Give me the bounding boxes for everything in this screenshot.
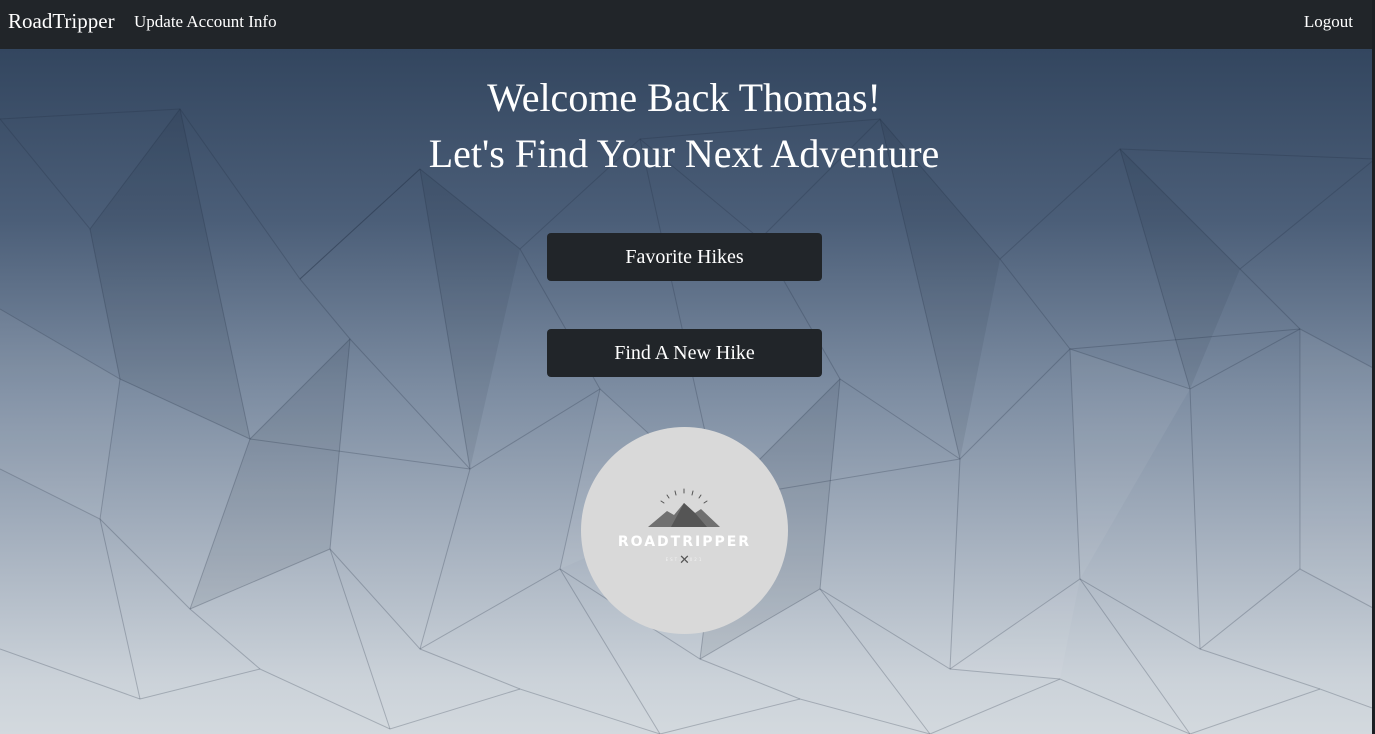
page: RoadTripper Update Account Info Logout W… <box>0 0 1375 734</box>
favorite-hikes-button[interactable]: Favorite Hikes <box>547 233 822 281</box>
update-account-link[interactable]: Update Account Info <box>134 12 277 32</box>
top-navbar: RoadTripper Update Account Info Logout <box>0 0 1375 49</box>
mountain-icon <box>648 488 720 527</box>
x-mark-icon: ✕ <box>679 553 690 568</box>
logo-wordmark: ROADTRIPPER <box>617 534 752 550</box>
tagline-heading: Let's Find Your Next Adventure <box>428 131 940 176</box>
find-new-hike-button[interactable]: Find A New Hike <box>547 329 822 377</box>
welcome-heading: Welcome Back Thomas! <box>487 75 881 120</box>
brand-link[interactable]: RoadTripper <box>8 9 115 34</box>
logout-link[interactable]: Logout <box>1304 12 1353 32</box>
roadtripper-logo: ROADTRIPPER EST. 2021 ✕ <box>581 427 788 634</box>
